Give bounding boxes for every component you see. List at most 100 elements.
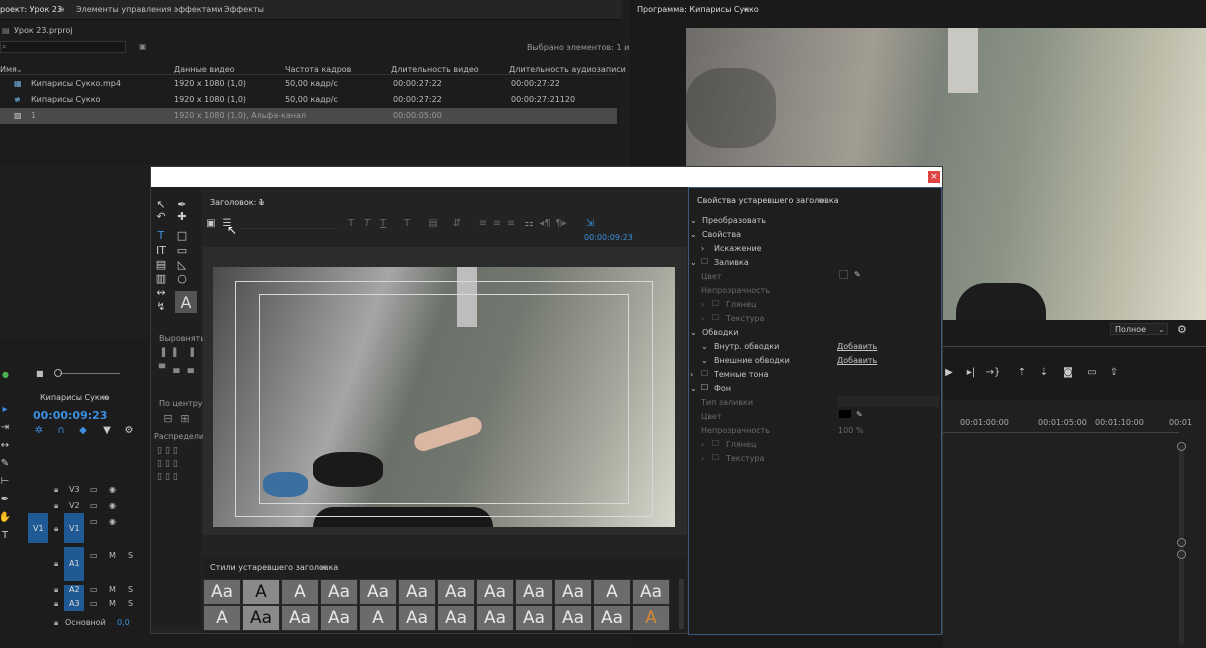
rounded-rect-icon[interactable]: ▭ bbox=[175, 243, 189, 257]
rotate-tool-icon[interactable]: ↶ bbox=[154, 209, 168, 223]
lock-icon[interactable]: 🔒︎ bbox=[54, 600, 58, 608]
sync-icon[interactable]: ▭ bbox=[90, 486, 98, 494]
type-tool-icon[interactable]: T bbox=[154, 228, 168, 242]
lock-icon[interactable]: 🔒︎ bbox=[54, 525, 58, 533]
title-style-swatch[interactable]: Aa bbox=[476, 579, 514, 605]
dialog-timecode[interactable]: 00:00:09:23 bbox=[584, 234, 633, 242]
chevron-right-icon[interactable]: › bbox=[701, 441, 704, 449]
scroll-handle[interactable] bbox=[1177, 538, 1186, 547]
align-center-icon[interactable]: ▌ bbox=[171, 347, 181, 357]
eyedropper-icon[interactable]: ✎ bbox=[856, 411, 863, 419]
lock-icon[interactable]: 🔒︎ bbox=[54, 560, 58, 568]
title-style-swatch[interactable]: Aa bbox=[203, 579, 241, 605]
razor-icon[interactable]: ✎ bbox=[0, 458, 10, 469]
chevron-down-icon[interactable]: ⌄ bbox=[690, 329, 697, 337]
timeline-timecode[interactable]: 00:00:09:23 bbox=[33, 410, 107, 421]
rectangle-tool-icon[interactable]: □ bbox=[175, 228, 189, 242]
title-style-swatch[interactable]: Aa bbox=[437, 605, 475, 631]
title-style-swatch[interactable]: A bbox=[242, 579, 280, 605]
align-left-icon[interactable]: ▐ bbox=[157, 347, 167, 357]
font-family-select[interactable] bbox=[241, 218, 337, 229]
play-icon[interactable]: ▶ bbox=[943, 366, 955, 378]
chevron-right-icon[interactable]: › bbox=[701, 301, 704, 309]
title-style-swatch[interactable]: Aa bbox=[437, 579, 475, 605]
lock-icon[interactable]: 🔒︎ bbox=[54, 486, 58, 494]
add-anchor-icon[interactable]: ✚ bbox=[175, 209, 189, 223]
title-style-swatch[interactable]: Aa bbox=[398, 579, 436, 605]
sort-chevron-icon[interactable]: ⌄ bbox=[16, 66, 23, 74]
title-style-swatch[interactable]: Aa bbox=[242, 605, 280, 631]
title-style-swatch[interactable]: A bbox=[593, 579, 631, 605]
stop-icon[interactable]: ■ bbox=[36, 370, 44, 378]
bold-icon[interactable]: T bbox=[345, 217, 357, 229]
chevron-right-icon[interactable]: › bbox=[701, 455, 704, 463]
text-align-right-icon[interactable]: ≡ bbox=[505, 217, 517, 229]
sync-icon[interactable]: ▭ bbox=[90, 600, 98, 608]
title-style-swatch[interactable]: Aa bbox=[398, 605, 436, 631]
col-adur[interactable]: Длительность аудиозаписи bbox=[509, 66, 626, 74]
lock-icon[interactable]: 🔒︎ bbox=[54, 502, 58, 510]
italic-icon[interactable]: T bbox=[361, 217, 373, 229]
title-style-swatch[interactable]: A bbox=[359, 605, 397, 631]
distribute-buttons[interactable]: ▯▯▯ ▯▯▯ ▯▯▯ bbox=[157, 445, 197, 485]
pen-icon[interactable]: ✒ bbox=[0, 494, 10, 505]
chevron-down-icon[interactable]: ⌄ bbox=[701, 343, 708, 351]
panel-menu-icon[interactable]: ≡ bbox=[258, 199, 265, 207]
title-style-swatch[interactable]: Aa bbox=[593, 605, 631, 631]
chevron-down-icon[interactable]: ⌄ bbox=[690, 231, 697, 239]
selection-tool-icon[interactable]: ▸ bbox=[0, 404, 10, 415]
title-style-swatch[interactable]: Aa bbox=[515, 605, 553, 631]
type-tool-icon[interactable]: T bbox=[0, 530, 10, 541]
checkbox-icon[interactable]: ☐ bbox=[712, 454, 719, 462]
scroll-handle[interactable] bbox=[1177, 442, 1186, 451]
panel-menu-icon[interactable]: ≡ bbox=[320, 564, 327, 572]
center-h-icon[interactable]: ⊟ bbox=[161, 411, 175, 425]
panel-menu-icon[interactable]: ≡ bbox=[818, 197, 825, 205]
indent-left-icon[interactable]: ◂¶ bbox=[539, 217, 551, 229]
linked-icon[interactable]: ∩ bbox=[55, 424, 67, 436]
go-out-icon[interactable]: →} bbox=[986, 366, 1001, 378]
title-style-swatch[interactable]: A bbox=[281, 579, 319, 605]
table-row[interactable]: ▦ Кипарисы Сукко.mp4 1920 x 1080 (1,0) 5… bbox=[0, 76, 617, 92]
sync-icon[interactable]: ▭ bbox=[90, 518, 98, 526]
align-middle-icon[interactable]: ▄ bbox=[171, 364, 181, 374]
col-fps[interactable]: Частота кадров bbox=[285, 66, 351, 74]
eye-icon[interactable]: ◉ bbox=[109, 486, 116, 494]
lock-icon[interactable]: 🔒︎ bbox=[54, 619, 58, 627]
close-button[interactable]: × bbox=[928, 171, 940, 183]
fill-color-swatch[interactable] bbox=[839, 270, 848, 279]
new-bin-icon[interactable]: ▣ bbox=[139, 43, 147, 51]
eye-icon[interactable]: ◉ bbox=[109, 518, 116, 526]
area-type-icon[interactable]: ▤ bbox=[154, 257, 168, 271]
scroll-handle[interactable] bbox=[1177, 550, 1186, 559]
bg-color-swatch[interactable] bbox=[839, 410, 851, 418]
search-input[interactable] bbox=[0, 41, 126, 53]
zoom-slider[interactable] bbox=[60, 373, 120, 374]
sync-icon[interactable]: ▭ bbox=[90, 586, 98, 594]
camera-icon[interactable]: ◙ bbox=[1061, 366, 1075, 378]
checkbox-icon[interactable]: ☐ bbox=[701, 384, 708, 392]
chevron-down-icon[interactable]: ⌄ bbox=[690, 259, 697, 267]
text-align-left-icon[interactable]: ≡ bbox=[477, 217, 489, 229]
marker-icon[interactable]: ◆ bbox=[77, 424, 89, 436]
indent-right-icon[interactable]: ¶▸ bbox=[555, 217, 567, 229]
slip-icon[interactable]: ⊢ bbox=[0, 476, 10, 487]
chevron-right-icon[interactable]: › bbox=[690, 371, 693, 379]
fill-type-select[interactable] bbox=[837, 396, 939, 407]
title-style-swatch[interactable]: Aa bbox=[554, 579, 592, 605]
kerning-icon[interactable]: ▤ bbox=[427, 217, 439, 229]
checkbox-icon[interactable]: ☐ bbox=[701, 258, 708, 266]
text-align-center-icon[interactable]: ≡ bbox=[491, 217, 503, 229]
lift-icon[interactable]: ⇡ bbox=[1015, 366, 1029, 378]
track-select-icon[interactable]: ⇥ bbox=[0, 422, 10, 433]
chevron-right-icon[interactable]: › bbox=[701, 315, 704, 323]
sync-icon[interactable]: ▭ bbox=[90, 502, 98, 510]
export-icon[interactable]: ⇪ bbox=[1107, 366, 1121, 378]
vr-icon[interactable]: ▭ bbox=[1085, 366, 1099, 378]
tab-project[interactable]: роект: Урок 23 bbox=[0, 6, 62, 14]
col-video[interactable]: Данные видео bbox=[174, 66, 235, 74]
title-style-swatch[interactable]: A bbox=[203, 605, 241, 631]
table-row[interactable]: ▧ 1 1920 x 1080 (1,0), Альфа-канал 00:00… bbox=[0, 108, 617, 124]
eye-icon[interactable]: ◉ bbox=[109, 502, 116, 510]
show-background-icon[interactable]: ⇲ bbox=[583, 217, 597, 229]
